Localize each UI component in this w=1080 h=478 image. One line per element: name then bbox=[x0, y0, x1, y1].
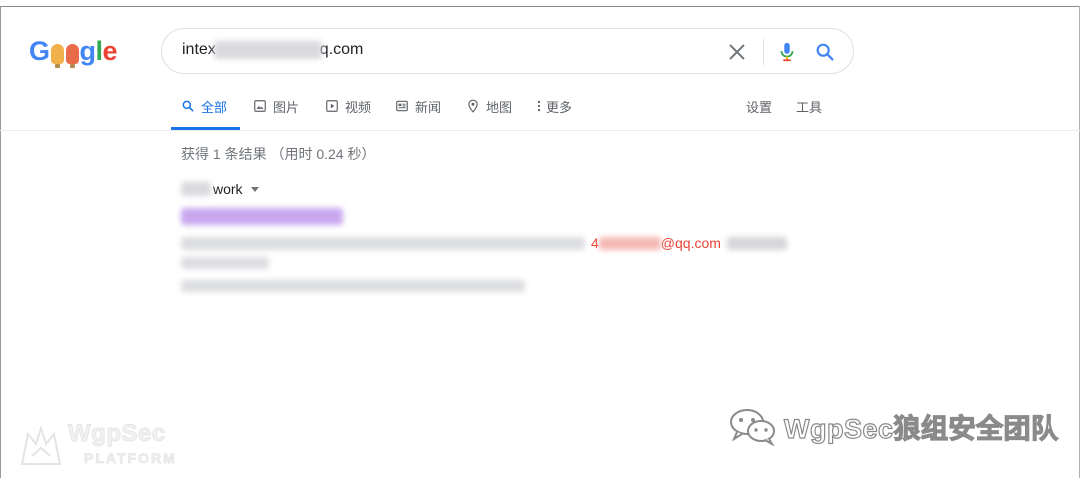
google-logo[interactable]: G g l e bbox=[29, 34, 118, 68]
watermark-subtitle: PLATFORM bbox=[84, 450, 177, 467]
redacted-snippet-line bbox=[181, 280, 525, 292]
bulb-icon bbox=[65, 44, 79, 68]
logo-letter-l: l bbox=[95, 35, 104, 66]
news-icon bbox=[396, 100, 408, 112]
redacted-cite-part bbox=[181, 182, 211, 196]
tab-more-label: 更多 bbox=[546, 100, 573, 115]
tab-news-label: 新闻 bbox=[415, 100, 442, 115]
result-snippet: 4 @qq.com bbox=[181, 234, 787, 252]
tab-images-label: 图片 bbox=[273, 100, 300, 115]
search-input[interactable]: intex q.com bbox=[182, 41, 363, 59]
logo-letter-g: G bbox=[29, 35, 50, 66]
query-visible-start: intex bbox=[182, 41, 216, 59]
window-left-border bbox=[0, 6, 1, 478]
watermark-team-name: WgpSec狼组安全团队 bbox=[783, 413, 1059, 444]
tabs-divider bbox=[0, 130, 1080, 131]
chevron-down-icon[interactable] bbox=[250, 187, 259, 192]
search-box[interactable]: intex q.com bbox=[161, 28, 854, 74]
tools-label: 工具 bbox=[796, 100, 823, 115]
redacted-query-part bbox=[213, 41, 322, 59]
tab-maps-label: 地图 bbox=[486, 100, 513, 115]
tab-images[interactable]: 图片 bbox=[253, 97, 299, 130]
tab-all-label: 全部 bbox=[201, 100, 228, 115]
redacted-email-part bbox=[598, 236, 661, 250]
microphone-icon[interactable] bbox=[776, 40, 798, 64]
team-watermark: WgpSec狼组安全团队 bbox=[728, 404, 1059, 448]
logo-letter-g2: g bbox=[79, 35, 97, 66]
search-icon[interactable] bbox=[814, 41, 836, 63]
wechat-icon bbox=[730, 409, 775, 446]
result-stats: 获得 1 条结果 （用时 0.24 秒） bbox=[181, 146, 376, 162]
more-vertical-icon bbox=[537, 100, 541, 112]
result-cite-text: work bbox=[213, 181, 243, 197]
tab-news[interactable]: 新闻 bbox=[395, 97, 441, 130]
search-icon bbox=[182, 100, 194, 112]
result-title-link[interactable] bbox=[181, 208, 343, 225]
tab-more[interactable]: 更多 bbox=[536, 97, 572, 130]
wolf-logo-icon bbox=[20, 424, 62, 465]
image-icon bbox=[254, 100, 266, 112]
tab-videos-label: 视频 bbox=[345, 100, 372, 115]
window-top-border bbox=[0, 6, 1080, 7]
watermark-title: WgpSec bbox=[68, 420, 166, 448]
redacted-snippet-part bbox=[181, 236, 585, 250]
tab-maps[interactable]: 地图 bbox=[466, 97, 512, 130]
redacted-snippet-line bbox=[181, 257, 269, 269]
snippet-highlight-start: 4 bbox=[591, 235, 599, 251]
search-divider bbox=[763, 39, 764, 65]
query-visible-end: q.com bbox=[319, 41, 364, 59]
redacted-snippet-part bbox=[726, 236, 787, 250]
settings-label: 设置 bbox=[746, 100, 773, 115]
platform-watermark: WgpSec PLATFORM bbox=[18, 420, 188, 472]
tab-videos[interactable]: 视频 bbox=[325, 97, 371, 130]
play-icon bbox=[326, 100, 338, 112]
logo-letter-e: e bbox=[102, 35, 118, 66]
snippet-highlight-end: @qq.com bbox=[660, 235, 721, 251]
tools-link[interactable]: 工具 bbox=[796, 97, 822, 130]
close-icon[interactable] bbox=[726, 41, 748, 63]
settings-link[interactable]: 设置 bbox=[746, 97, 772, 130]
map-pin-icon bbox=[468, 99, 478, 113]
bulb-icon bbox=[50, 44, 64, 68]
result-cite[interactable]: work bbox=[181, 181, 259, 197]
tab-all[interactable]: 全部 bbox=[171, 97, 240, 130]
